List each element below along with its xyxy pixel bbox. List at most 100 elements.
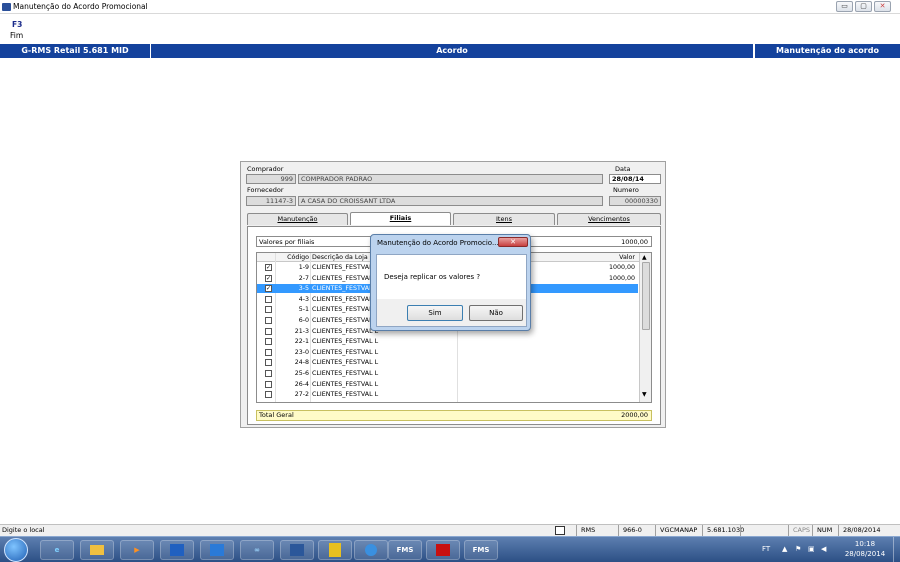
ie-taskbar-icon[interactable]: e	[40, 540, 74, 560]
no-button[interactable]: Não	[469, 305, 523, 321]
fms-taskbar-button[interactable]: FMS	[388, 540, 422, 560]
table-row[interactable]: 25-6 CLIENTES_FESTVAL L	[257, 369, 638, 378]
fms-taskbar-button-2[interactable]: FMS	[464, 540, 498, 560]
clock-date[interactable]: 28/08/2014	[844, 550, 886, 558]
tray-arrow-icon[interactable]: ▲	[782, 545, 787, 553]
dialog-title: Manutenção do Acordo Promocio...	[377, 239, 499, 247]
table-row[interactable]: 24-8 CLIENTES_FESTVAL L	[257, 358, 638, 367]
row-checkbox[interactable]	[265, 295, 272, 303]
app-taskbar-icon[interactable]	[318, 540, 352, 560]
tab-filiais-label: Filiais	[389, 214, 412, 222]
scroll-thumb[interactable]	[642, 262, 650, 330]
close-icon: ✕	[510, 238, 516, 246]
status-empty	[740, 525, 786, 536]
status-version: 5.681.1030	[702, 525, 744, 536]
table-row[interactable]: 26-4 CLIENTES_FESTVAL L	[257, 380, 638, 389]
row-checkbox[interactable]: ✓	[265, 264, 272, 271]
tab-filiais[interactable]: Filiais	[350, 212, 451, 225]
supplier-code-field[interactable]: 11147-3	[246, 196, 296, 206]
values-per-branch-label: Valores por filiais	[259, 238, 315, 246]
table-row[interactable]: 27-2 CLIENTES_FESTVAL L	[257, 390, 638, 399]
acrobat-taskbar-icon[interactable]	[426, 540, 460, 560]
language-indicator[interactable]: FT	[762, 545, 770, 553]
scroll-down-icon[interactable]: ▼	[642, 391, 647, 398]
fim-button[interactable]: Fim	[10, 31, 23, 40]
row-checkbox[interactable]	[265, 391, 272, 399]
row-code: 22-1	[294, 338, 309, 346]
row-checkbox[interactable]: ✓	[265, 274, 272, 282]
row-code: 25-6	[294, 370, 309, 377]
row-code: 6-0	[298, 317, 309, 324]
row-desc: CLIENTES_FESTVAL L	[312, 380, 379, 388]
total-value: 2000,00	[621, 411, 648, 419]
start-button[interactable]	[4, 538, 28, 562]
row-checkbox[interactable]	[265, 338, 272, 346]
browser-taskbar-icon[interactable]	[354, 540, 388, 560]
tab-itens-label: Itens	[496, 215, 512, 223]
buyer-name-field[interactable]: COMPRADOR PADRAO	[298, 174, 603, 184]
dialog-close-button[interactable]: ✕	[498, 237, 528, 247]
tab-vencimentos-label: Vencimentos	[588, 215, 630, 223]
banner-module: Acordo	[151, 44, 754, 58]
scroll-up-icon[interactable]: ▲	[642, 254, 647, 261]
tab-itens[interactable]: Itens	[453, 213, 555, 225]
media-player-taskbar-icon[interactable]: ▶	[120, 540, 154, 560]
buyer-code-field[interactable]: 999	[246, 174, 296, 184]
close-button[interactable]: ✕	[874, 1, 891, 12]
flag-icon[interactable]: ⚑	[795, 545, 801, 553]
clock-time[interactable]: 10:18	[844, 540, 886, 548]
function-key-toolbar	[0, 15, 900, 43]
status-num: NUM	[812, 525, 836, 536]
banner-product: G-RMS Retail 5.681 MID	[0, 44, 151, 58]
table-row[interactable]: 23-0 CLIENTES_FESTVAL L	[257, 348, 638, 357]
total-row: Total Geral 2000,00	[256, 410, 652, 421]
row-code: 27-2	[294, 391, 309, 399]
row-code: 23-0	[294, 348, 309, 356]
windows-taskbar: e ▶ ∞ FMS FMS FT ▲ ⚑ ▣ ◀ 10:18 28/08/201…	[0, 536, 900, 562]
keyboard-icon	[555, 526, 565, 535]
tab-manutencao[interactable]: Manutenção	[247, 213, 348, 225]
row-checkbox[interactable]: ✓	[265, 285, 272, 293]
row-desc: CLIENTES_FESTVAL L	[312, 338, 379, 346]
number-field[interactable]: 00000330	[609, 196, 661, 206]
f3-key-label[interactable]: F3	[12, 20, 22, 29]
app-icon	[2, 3, 11, 11]
lync-taskbar-icon[interactable]	[200, 540, 234, 560]
row-code: 4-3	[298, 295, 309, 303]
grid-scrollbar[interactable]: ▲ ▼	[639, 253, 651, 402]
col-desc-header[interactable]: Descrição da Loja	[312, 253, 368, 262]
minimize-button[interactable]: ▭	[836, 1, 853, 12]
row-checkbox[interactable]	[265, 317, 272, 324]
show-desktop-button[interactable]	[893, 537, 900, 562]
row-checkbox[interactable]	[265, 306, 272, 314]
status-rms: RMS	[576, 525, 616, 536]
status-date: 28/08/2014	[838, 525, 900, 536]
row-checkbox[interactable]	[265, 380, 272, 388]
tab-vencimentos[interactable]: Vencimentos	[557, 213, 661, 225]
row-checkbox[interactable]	[265, 370, 272, 377]
network-icon[interactable]: ▣	[808, 545, 815, 553]
status-user: VGCMANAP	[655, 525, 701, 536]
row-checkbox[interactable]	[265, 348, 272, 356]
supplier-name-field[interactable]: A CASA DO CROISSANT LTDA	[298, 196, 603, 206]
yes-button[interactable]: Sim	[407, 305, 463, 321]
row-code: 21-3	[294, 327, 309, 335]
banner-screen: Manutenção do acordo	[754, 44, 900, 58]
col-code-header[interactable]: Código	[279, 253, 309, 262]
buyer-label: Comprador	[247, 165, 284, 173]
maximize-button[interactable]: ▢	[855, 1, 872, 12]
network-app-taskbar-icon[interactable]: ∞	[240, 540, 274, 560]
row-checkbox[interactable]	[265, 327, 272, 335]
word-taskbar-icon[interactable]	[280, 540, 314, 560]
outlook-taskbar-icon[interactable]	[160, 540, 194, 560]
date-field[interactable]: 28/08/14	[609, 174, 661, 184]
total-label: Total Geral	[259, 411, 294, 419]
explorer-taskbar-icon[interactable]	[80, 540, 114, 560]
values-per-branch-value[interactable]: 1000,00	[621, 238, 648, 246]
row-checkbox[interactable]	[265, 359, 272, 367]
row-code: 2-7	[298, 274, 309, 282]
tab-manutencao-label: Manutenção	[277, 215, 318, 223]
volume-icon[interactable]: ◀	[821, 545, 826, 553]
row-code: 3-5	[298, 285, 309, 293]
table-row[interactable]: 22-1 CLIENTES_FESTVAL L	[257, 337, 638, 346]
